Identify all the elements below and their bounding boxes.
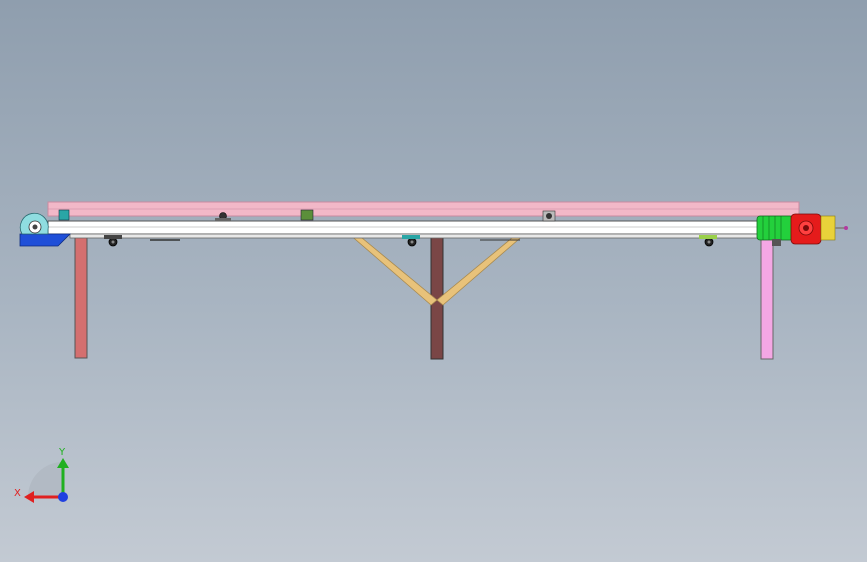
return-roller[interactable] [402, 235, 420, 247]
x-axis-label: X [14, 488, 21, 499]
tail-bracket-block[interactable] [58, 209, 70, 221]
belt-bracket[interactable] [542, 210, 556, 222]
return-roller[interactable] [699, 235, 717, 247]
sensor-block[interactable] [300, 209, 314, 221]
left-leg[interactable] [74, 232, 88, 359]
gearbox[interactable] [790, 213, 822, 245]
tail-pulley[interactable] [19, 212, 49, 235]
model-canvas[interactable]: Y X [0, 0, 867, 562]
z-axis-dot [58, 492, 68, 502]
tail-base[interactable] [19, 233, 71, 247]
right-leg[interactable] [760, 232, 774, 360]
output-shaft[interactable] [820, 215, 848, 241]
conveyor-frame[interactable] [47, 220, 761, 235]
middle-leg[interactable] [430, 232, 444, 360]
cad-3d-viewport[interactable]: Y X [0, 0, 867, 562]
y-axis-label: Y [58, 447, 66, 458]
coordinate-triad: Y X [14, 447, 69, 503]
return-roller[interactable] [104, 235, 122, 247]
